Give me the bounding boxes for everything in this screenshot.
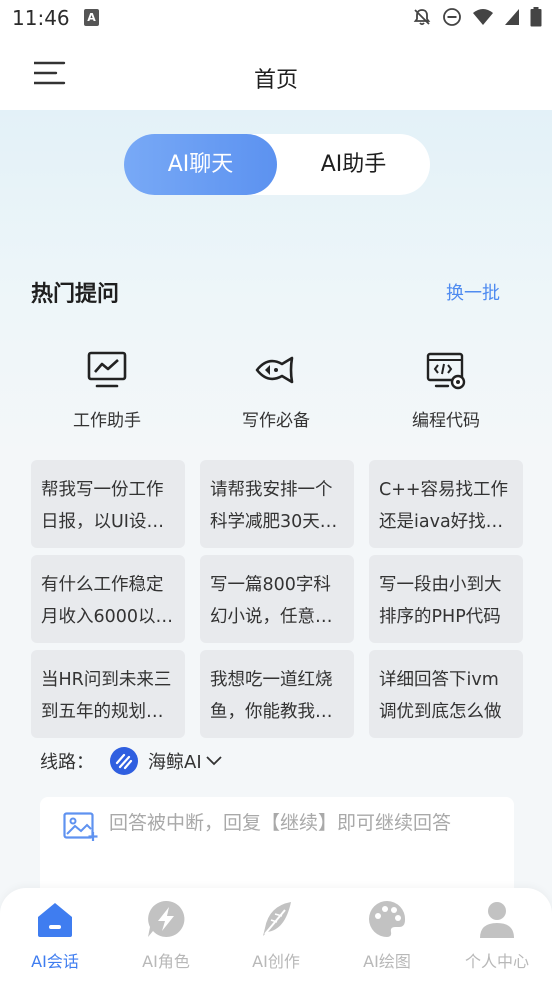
notification-a-icon: A: [84, 9, 99, 26]
tab-ai-conversation[interactable]: AI会话: [0, 898, 110, 972]
bell-off-icon: [413, 9, 431, 26]
question-text: 帮我写一份工作日报，以UI设计师的身份: [41, 480, 164, 532]
fish-pen-icon: [255, 356, 294, 384]
tab-ai-create[interactable]: AI创作: [221, 898, 331, 972]
hot-questions-title: 热门提问: [31, 282, 120, 307]
tab-label: AI创作: [252, 952, 300, 971]
tab-label: AI绘图: [363, 952, 411, 971]
status-bar: 11:46 A: [0, 0, 552, 36]
input-placeholder: 回答被中断，回复【继续】即可继续回答: [109, 812, 452, 834]
do-not-disturb-icon: [443, 8, 461, 26]
status-time: 11:46: [12, 6, 70, 30]
refresh-button[interactable]: 换一批: [446, 279, 500, 305]
question-card[interactable]: 帮我写一份工作日报，以UI设计师的身份: [31, 460, 185, 548]
battery-icon: [530, 7, 542, 27]
tab-ai-drawing[interactable]: AI绘图: [332, 898, 442, 972]
tab-personal-center[interactable]: 个人中心: [442, 898, 552, 972]
category-writing[interactable]: 写作必备: [206, 348, 346, 431]
lightning-bubble-icon: [148, 900, 185, 937]
tab-ai-assistant[interactable]: AI助手: [277, 134, 430, 195]
question-text: 写一段由小到大排序的PHP代码: [379, 575, 502, 627]
whale-logo-icon: [110, 747, 138, 775]
tab-ai-chat[interactable]: AI聊天: [124, 134, 277, 195]
tab-label: 个人中心: [464, 952, 529, 971]
route-label: 线路：: [40, 752, 94, 773]
category-label: 工作助手: [73, 411, 141, 431]
add-image-icon[interactable]: [63, 812, 99, 842]
wifi-icon: [473, 9, 493, 25]
status-icons: [412, 7, 542, 27]
question-card[interactable]: 写一篇800字科幻小说，任意主题: [200, 555, 354, 643]
question-card[interactable]: 当HR问到未来三到五年的规划时怎么回答: [31, 650, 185, 738]
chevron-down-icon: [205, 756, 222, 766]
feather-icon: [263, 902, 291, 936]
question-text: 当HR问到未来三到五年的规划时怎么回答: [41, 670, 172, 722]
question-text: 详细回答下ivm调优到底怎么做: [379, 670, 502, 722]
person-icon: [480, 902, 514, 938]
question-text: C++容易找工作还是iava好找工作: [379, 480, 509, 532]
question-text: 我想吃一道红烧鱼，你能教我怎么做吗: [210, 670, 333, 722]
category-label: 编程代码: [412, 411, 480, 431]
tab-label: AI会话: [31, 952, 79, 971]
question-card[interactable]: C++容易找工作还是iava好找工作: [369, 460, 523, 548]
bottom-tab-bar: AI会话 AI角色 AI创作 AI绘图 个人中心: [0, 888, 552, 983]
question-card[interactable]: 有什么工作稳定月收入6000以上的: [31, 555, 185, 643]
question-card[interactable]: 请帮我安排一个科学减肥30天计划: [200, 460, 354, 548]
main-content: AI聊天 AI助手 热门提问 换一批 工作助手 写作必备 编程代码 帮我写一份工…: [0, 110, 552, 907]
question-card[interactable]: 我想吃一道红烧鱼，你能教我怎么做吗: [200, 650, 354, 738]
app-header: 首页: [0, 36, 552, 110]
page-title: 首页: [253, 68, 298, 93]
tab-ai-role[interactable]: AI角色: [111, 898, 221, 972]
route-name: 海鲸AI: [148, 752, 202, 773]
route-selector[interactable]: 线路： 海鲸AI: [40, 746, 222, 776]
question-text: 请帮我安排一个科学减肥30天计划: [210, 480, 338, 532]
category-work-assistant[interactable]: 工作助手: [37, 348, 177, 431]
tab-label: AI角色: [142, 952, 190, 971]
home-icon: [38, 903, 72, 937]
monitor-chart-icon: [87, 351, 127, 388]
mode-switch: AI聊天 AI助手: [124, 134, 430, 195]
question-text: 有什么工作稳定月收入6000以上的: [41, 575, 174, 627]
question-card[interactable]: 详细回答下ivm调优到底怎么做: [369, 650, 523, 738]
question-text: 写一篇800字科幻小说，任意主题: [210, 575, 333, 627]
question-card[interactable]: 写一段由小到大排序的PHP代码: [369, 555, 523, 643]
signal-icon: [505, 9, 519, 25]
palette-icon: [369, 901, 406, 937]
category-label: 写作必备: [242, 411, 310, 431]
code-window-icon: [426, 352, 466, 390]
category-programming[interactable]: 编程代码: [376, 348, 516, 431]
